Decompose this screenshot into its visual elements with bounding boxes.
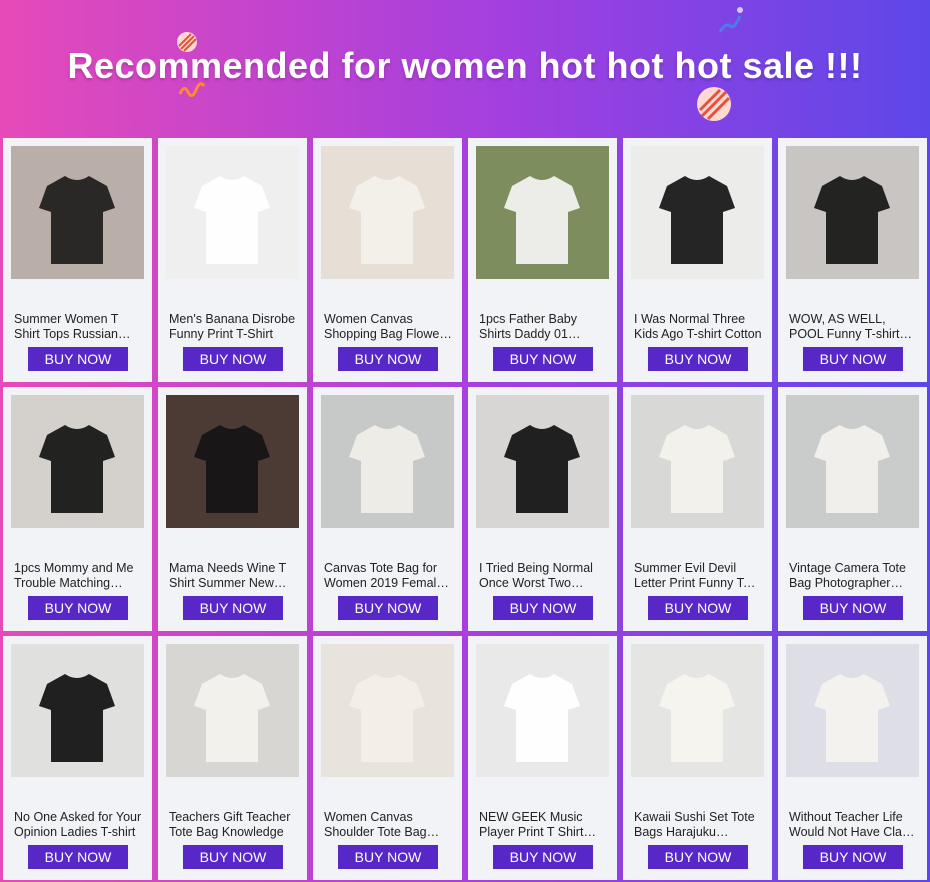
- product-title[interactable]: Kawaii Sushi Set Tote Bags Harajuku Shop…: [634, 810, 762, 840]
- buy-now-button[interactable]: BUY NOW: [338, 845, 438, 869]
- product-title[interactable]: No One Asked for Your Opinion Ladies T-s…: [14, 810, 142, 840]
- buy-now-button[interactable]: BUY NOW: [183, 845, 283, 869]
- product-card[interactable]: 1pcs Father Baby Shirts Daddy 01 Matchin…: [468, 138, 617, 382]
- product-card[interactable]: WOW, AS WELL, POOL Funny T-shirt Women BU…: [778, 138, 927, 382]
- product-image[interactable]: [786, 395, 919, 528]
- product-image[interactable]: [166, 146, 299, 279]
- product-title[interactable]: Men's Banana Disrobe Funny Print T-Shirt: [169, 312, 297, 342]
- buy-now-button[interactable]: BUY NOW: [28, 347, 128, 371]
- product-card[interactable]: No One Asked for Your Opinion Ladies T-s…: [3, 636, 152, 880]
- buy-now-button[interactable]: BUY NOW: [648, 845, 748, 869]
- product-grid: Summer Women T Shirt Tops Russian Letter…: [3, 138, 927, 880]
- product-title[interactable]: WOW, AS WELL, POOL Funny T-shirt Women: [789, 312, 917, 342]
- product-image[interactable]: [321, 146, 454, 279]
- buy-now-button[interactable]: BUY NOW: [803, 596, 903, 620]
- product-image[interactable]: [476, 146, 609, 279]
- product-card[interactable]: Women Canvas Shopping Bag Flower Print BU…: [313, 138, 462, 382]
- product-card[interactable]: Teachers Gift Teacher Tote Bag Knowledge…: [158, 636, 307, 880]
- product-title[interactable]: I Tried Being Normal Once Worst Two Minu…: [479, 561, 607, 591]
- product-card[interactable]: Vintage Camera Tote Bag Photographer Sho…: [778, 387, 927, 631]
- product-title[interactable]: Women Canvas Shoulder Tote Bag Casual: [324, 810, 452, 840]
- product-image[interactable]: [786, 146, 919, 279]
- product-image[interactable]: [476, 395, 609, 528]
- buy-now-button[interactable]: BUY NOW: [648, 596, 748, 620]
- confetti-squiggle-icon: [718, 7, 743, 33]
- product-image[interactable]: [631, 395, 764, 528]
- product-image[interactable]: [321, 395, 454, 528]
- buy-now-button[interactable]: BUY NOW: [338, 596, 438, 620]
- product-title[interactable]: Teachers Gift Teacher Tote Bag Knowledge: [169, 810, 297, 840]
- product-card[interactable]: Kawaii Sushi Set Tote Bags Harajuku Shop…: [623, 636, 772, 880]
- product-card[interactable]: Summer Women T Shirt Tops Russian Letter…: [3, 138, 152, 382]
- product-card[interactable]: Women Canvas Shoulder Tote Bag Casual BUY…: [313, 636, 462, 880]
- buy-now-button[interactable]: BUY NOW: [28, 596, 128, 620]
- product-title[interactable]: NEW GEEK Music Player Print T Shirt Men: [479, 810, 607, 840]
- product-card[interactable]: Men's Banana Disrobe Funny Print T-Shirt…: [158, 138, 307, 382]
- product-image[interactable]: [321, 644, 454, 777]
- product-title[interactable]: Summer Evil Devil Letter Print Funny Tot…: [634, 561, 762, 591]
- product-card[interactable]: Canvas Tote Bag for Women 2019 Female Sh…: [313, 387, 462, 631]
- product-title[interactable]: Summer Women T Shirt Tops Russian Letter…: [14, 312, 142, 342]
- product-image[interactable]: [476, 644, 609, 777]
- promo-banner: Recommended for women hot hot hot sale !…: [0, 0, 930, 138]
- product-image[interactable]: [786, 644, 919, 777]
- product-image[interactable]: [631, 146, 764, 279]
- buy-now-button[interactable]: BUY NOW: [183, 596, 283, 620]
- product-image[interactable]: [166, 395, 299, 528]
- product-card[interactable]: I Was Normal Three Kids Ago T-shirt Cott…: [623, 138, 772, 382]
- product-card[interactable]: I Tried Being Normal Once Worst Two Minu…: [468, 387, 617, 631]
- product-card[interactable]: Summer Evil Devil Letter Print Funny Tot…: [623, 387, 772, 631]
- buy-now-button[interactable]: BUY NOW: [338, 347, 438, 371]
- product-image[interactable]: [11, 644, 144, 777]
- product-title[interactable]: Women Canvas Shopping Bag Flower Print: [324, 312, 452, 342]
- product-image[interactable]: [11, 395, 144, 528]
- product-image[interactable]: [631, 644, 764, 777]
- buy-now-button[interactable]: BUY NOW: [493, 347, 593, 371]
- buy-now-button[interactable]: BUY NOW: [493, 596, 593, 620]
- product-title[interactable]: Without Teacher Life Would Not Have Clas…: [789, 810, 917, 840]
- product-card[interactable]: 1pcs Mommy and Me Trouble Matching Shirt…: [3, 387, 152, 631]
- confetti-stripe-ball-icon: [697, 87, 731, 121]
- banner-title: Recommended for women hot hot hot sale !…: [67, 45, 863, 86]
- product-card[interactable]: Without Teacher Life Would Not Have Clas…: [778, 636, 927, 880]
- product-title[interactable]: I Was Normal Three Kids Ago T-shirt Cott…: [634, 312, 762, 342]
- product-title[interactable]: Mama Needs Wine T Shirt Summer New Fashi…: [169, 561, 297, 591]
- product-title[interactable]: 1pcs Father Baby Shirts Daddy 01 Matchin…: [479, 312, 607, 342]
- buy-now-button[interactable]: BUY NOW: [28, 845, 128, 869]
- product-title[interactable]: 1pcs Mommy and Me Trouble Matching Shirt…: [14, 561, 142, 591]
- buy-now-button[interactable]: BUY NOW: [803, 347, 903, 371]
- product-title[interactable]: Canvas Tote Bag for Women 2019 Female Sh…: [324, 561, 452, 591]
- buy-now-button[interactable]: BUY NOW: [183, 347, 283, 371]
- buy-now-button[interactable]: BUY NOW: [493, 845, 593, 869]
- product-title[interactable]: Vintage Camera Tote Bag Photographer Sho…: [789, 561, 917, 591]
- product-card[interactable]: NEW GEEK Music Player Print T Shirt Men B…: [468, 636, 617, 880]
- product-card[interactable]: Mama Needs Wine T Shirt Summer New Fashi…: [158, 387, 307, 631]
- product-image[interactable]: [166, 644, 299, 777]
- buy-now-button[interactable]: BUY NOW: [803, 845, 903, 869]
- product-image[interactable]: [11, 146, 144, 279]
- buy-now-button[interactable]: BUY NOW: [648, 347, 748, 371]
